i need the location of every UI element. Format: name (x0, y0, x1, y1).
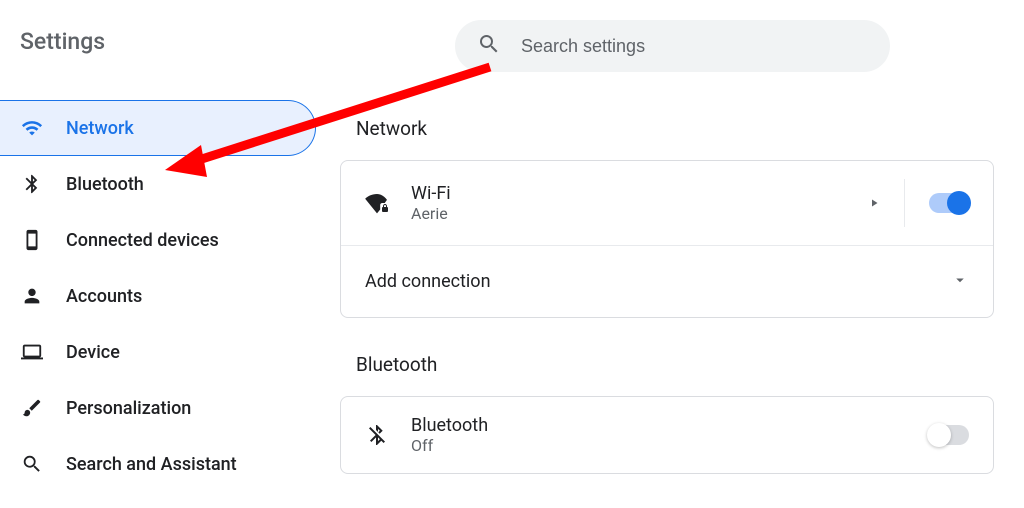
search-icon (477, 32, 501, 60)
section-title-network: Network (340, 117, 994, 140)
settings-title: Settings (0, 28, 320, 55)
wifi-row[interactable]: Wi-Fi Aerie (341, 161, 993, 245)
chevron-down-icon (951, 271, 969, 293)
sidebar: Settings Network Bluetooth Connected dev… (0, 0, 320, 508)
main-content: Network Wi-Fi Aerie (320, 0, 1024, 508)
bluetooth-text: Bluetooth Off (411, 415, 907, 455)
sidebar-label: Connected devices (66, 230, 219, 251)
sidebar-label: Accounts (66, 286, 142, 307)
sidebar-item-network[interactable]: Network (0, 100, 316, 156)
sidebar-label: Bluetooth (66, 174, 144, 195)
add-connection-label: Add connection (365, 271, 929, 292)
network-card: Wi-Fi Aerie Add connection (340, 160, 994, 318)
laptop-icon (20, 340, 44, 364)
wifi-subtitle: Aerie (411, 204, 846, 223)
phone-icon (20, 228, 44, 252)
search-bar[interactable] (455, 20, 890, 72)
sidebar-item-connected-devices[interactable]: Connected devices (0, 212, 320, 268)
search-icon (20, 452, 44, 476)
bluetooth-row[interactable]: Bluetooth Off (341, 397, 993, 473)
sidebar-label: Device (66, 342, 120, 363)
divider (904, 179, 905, 227)
brush-icon (20, 396, 44, 420)
wifi-text: Wi-Fi Aerie (411, 183, 846, 223)
add-connection-row[interactable]: Add connection (341, 245, 993, 317)
person-icon (20, 284, 44, 308)
sidebar-label: Search and Assistant (66, 454, 237, 475)
bluetooth-off-icon (365, 423, 389, 447)
wifi-toggle[interactable] (929, 193, 969, 213)
section-title-bluetooth: Bluetooth (340, 353, 994, 376)
sidebar-item-accounts[interactable]: Accounts (0, 268, 320, 324)
wifi-actions (868, 179, 969, 227)
sidebar-item-personalization[interactable]: Personalization (0, 380, 320, 436)
bluetooth-icon (20, 172, 44, 196)
bluetooth-subtitle: Off (411, 436, 907, 455)
bluetooth-card: Bluetooth Off (340, 396, 994, 474)
wifi-title: Wi-Fi (411, 183, 846, 204)
sidebar-label: Personalization (66, 398, 191, 419)
sidebar-item-bluetooth[interactable]: Bluetooth (0, 156, 320, 212)
bluetooth-toggle[interactable] (929, 425, 969, 445)
sidebar-label: Network (66, 118, 134, 139)
search-input[interactable] (521, 36, 890, 57)
wifi-icon (20, 116, 44, 140)
sidebar-item-device[interactable]: Device (0, 324, 320, 380)
sidebar-item-search-assistant[interactable]: Search and Assistant (0, 436, 320, 492)
wifi-lock-icon (365, 191, 389, 215)
bluetooth-title: Bluetooth (411, 415, 907, 436)
arrow-right-icon[interactable] (868, 194, 880, 213)
